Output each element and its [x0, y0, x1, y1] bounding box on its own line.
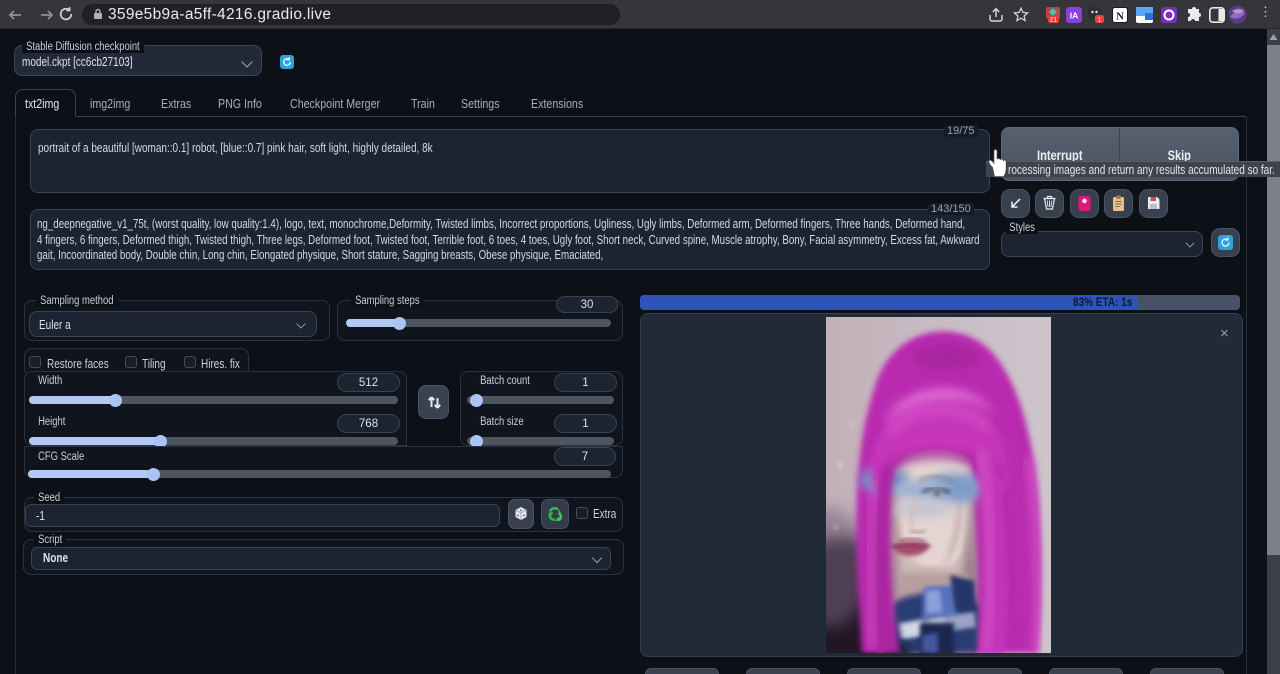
svg-text:IA: IA [1070, 11, 1079, 21]
svg-text:N: N [1116, 11, 1124, 22]
svg-text:1: 1 [1098, 16, 1102, 23]
svg-text:21: 21 [1050, 17, 1058, 24]
